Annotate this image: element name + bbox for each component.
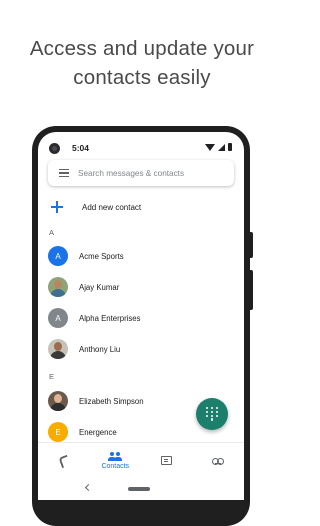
headline-line-2: contacts easily (73, 66, 211, 89)
battery-icon (228, 143, 232, 151)
home-pill[interactable] (128, 487, 150, 491)
plus-icon (51, 201, 63, 213)
phone-screen: 5:04 Search messages & contacts Add new … (38, 132, 244, 500)
status-time: 5:04 (72, 143, 90, 153)
section-letter-a: A (49, 228, 55, 237)
nav-contacts-label: Contacts (101, 462, 130, 470)
back-icon[interactable] (84, 483, 93, 492)
avatar: A (48, 246, 68, 266)
contact-name: Anthony Liu (79, 344, 121, 354)
volume-button (250, 232, 253, 258)
dialpad-button[interactable] (196, 398, 228, 430)
nav-calls[interactable] (38, 443, 90, 478)
contact-item[interactable]: Ajay Kumar (48, 276, 234, 298)
nav-messages[interactable] (141, 443, 193, 478)
contact-item[interactable]: Anthony Liu (48, 338, 234, 360)
signal-icon (218, 143, 225, 151)
contact-name: Energence (79, 427, 117, 437)
wifi-icon (205, 143, 215, 151)
avatar-photo (48, 391, 68, 411)
system-navigation-bar (38, 478, 244, 500)
avatar: E (48, 422, 68, 442)
search-input[interactable]: Search messages & contacts (78, 169, 184, 178)
message-icon (161, 456, 173, 465)
phone-icon (59, 456, 69, 466)
nav-voicemail[interactable] (193, 443, 245, 478)
add-new-contact-label: Add new contact (82, 202, 142, 212)
contact-name: Alpha Enterprises (79, 313, 141, 323)
status-bar: 5:04 (38, 132, 244, 162)
contact-name: Acme Sports (79, 251, 124, 261)
avatar-photo (48, 339, 68, 359)
nav-contacts[interactable]: Contacts (90, 443, 142, 478)
camera-icon (49, 143, 60, 154)
headline: Access and update your contacts easily (0, 34, 284, 92)
section-letter-e: E (49, 372, 55, 381)
people-icon (108, 451, 123, 461)
contact-item[interactable]: A Alpha Enterprises (48, 307, 234, 329)
power-button (250, 270, 253, 310)
avatar-initial: A (55, 251, 61, 261)
avatar: A (48, 308, 68, 328)
contact-name: Elizabeth Simpson (79, 396, 144, 406)
contact-item[interactable]: A Acme Sports (48, 245, 234, 267)
contact-name: Ajay Kumar (79, 282, 120, 292)
avatar-initial: E (55, 427, 61, 437)
bottom-navigation: Contacts (38, 442, 244, 478)
voicemail-icon (212, 457, 225, 465)
avatar-initial: A (55, 313, 61, 323)
avatar-photo (48, 277, 68, 297)
menu-icon[interactable] (59, 169, 69, 177)
dialpad-icon (206, 407, 218, 421)
add-new-contact-button[interactable]: Add new contact (48, 198, 141, 216)
headline-line-1: Access and update your (29, 37, 255, 60)
status-icons (205, 143, 232, 151)
search-bar[interactable]: Search messages & contacts (48, 160, 234, 186)
